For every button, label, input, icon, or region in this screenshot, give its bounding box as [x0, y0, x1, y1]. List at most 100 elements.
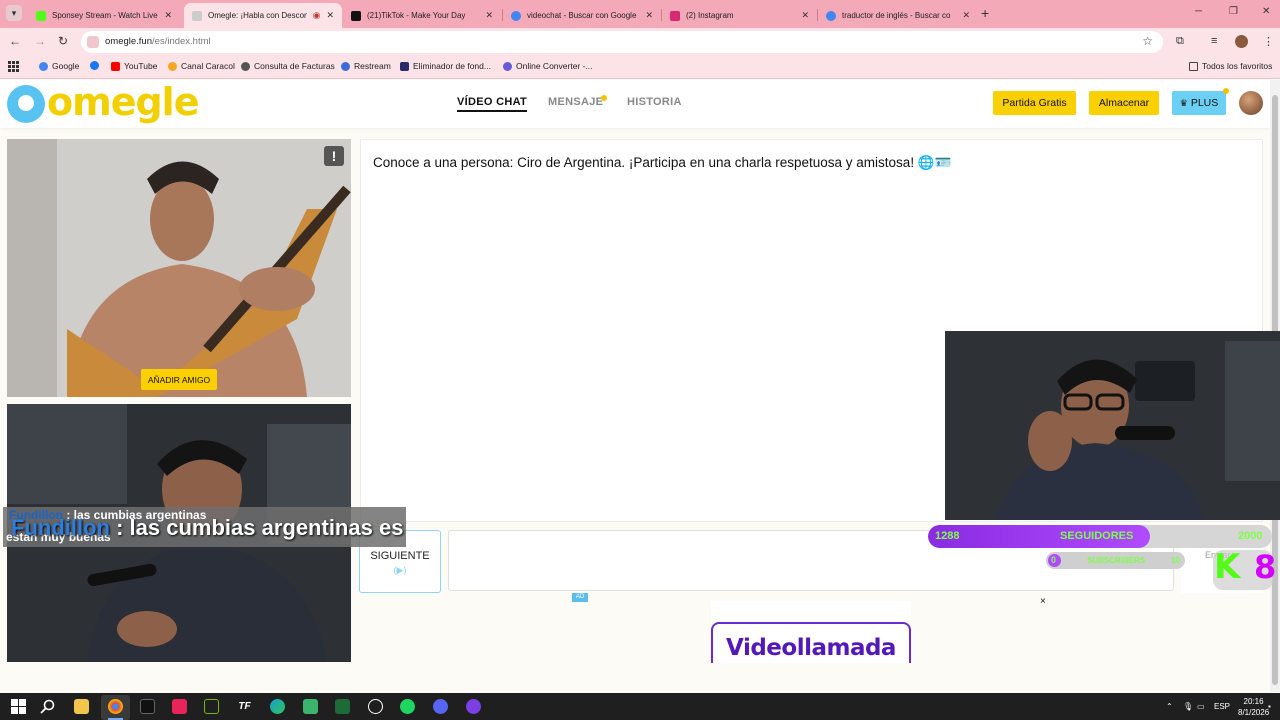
bookmark-restream[interactable]: Restream — [341, 61, 391, 71]
bookmark-google[interactable]: Google — [39, 61, 79, 71]
bookmark-online-converter[interactable]: Online Converter -... — [503, 61, 593, 71]
reload-icon[interactable]: ↻ — [58, 34, 68, 48]
bookmarks-bar: Google YouTube Canal Caracol Consulta de… — [0, 55, 1280, 79]
user-avatar[interactable] — [1239, 91, 1263, 115]
minimize-icon[interactable]: ─ — [1195, 6, 1202, 17]
ad-title: Videollamada — [726, 635, 896, 661]
streamer-webcam-overlay — [945, 331, 1280, 520]
xbox-icon[interactable] — [303, 699, 318, 714]
microphone-icon[interactable]: 🎙 — [1183, 702, 1193, 711]
close-icon[interactable]: ✕ — [645, 10, 653, 21]
google-favicon-icon — [826, 10, 836, 21]
clock-time: 20:16 — [1243, 697, 1264, 706]
plus-button[interactable]: ♛ PLUS — [1172, 91, 1226, 115]
window-close-icon[interactable]: ✕ — [1262, 6, 1270, 17]
kick-favicon-icon — [36, 10, 46, 21]
globe-icon — [241, 61, 250, 71]
url-text: omegle.fun/es/index.html — [105, 36, 211, 47]
instagram-favicon-icon — [670, 10, 680, 21]
notifications-icon[interactable]: ▪ — [1268, 702, 1271, 711]
new-tab-icon[interactable]: + — [981, 5, 989, 21]
omegle-logo-icon[interactable] — [7, 85, 45, 123]
forward-icon[interactable]: → — [34, 34, 46, 48]
tf-app-icon[interactable]: TF — [237, 699, 252, 714]
add-friend-button[interactable]: AÑADIR AMIGO — [141, 369, 217, 390]
close-icon[interactable]: ✕ — [326, 10, 334, 21]
google-favicon-icon — [511, 10, 521, 21]
restore-icon[interactable]: ❐ — [1229, 6, 1238, 17]
camera-in-use-icon[interactable] — [87, 36, 99, 48]
tab-search-icon[interactable]: ▾ — [6, 5, 22, 21]
nav-video-chat[interactable]: VÍDEO CHAT — [457, 96, 528, 112]
omegle-logo[interactable]: omegle — [47, 80, 199, 124]
folder-icon — [1189, 61, 1198, 71]
stranger-video — [7, 139, 351, 397]
recording-icon: ◉ — [312, 10, 321, 20]
tray-chevron-icon[interactable]: ⌃ — [1166, 702, 1173, 711]
bookmark-facebook[interactable] — [90, 61, 103, 70]
store-button[interactable]: Almacenar — [1089, 91, 1159, 115]
crown-icon: ♛ — [1179, 97, 1188, 108]
streaming-app-icon[interactable] — [466, 699, 481, 714]
address-bar[interactable]: omegle.fun/es/index.html ☆ — [81, 31, 1163, 53]
media-control-icon[interactable]: ≡ — [1211, 35, 1217, 47]
profile-avatar[interactable] — [1235, 35, 1248, 48]
taskbar-clock[interactable]: 20:16 8/1/2026 — [1238, 696, 1269, 718]
file-explorer-icon[interactable] — [74, 699, 89, 714]
tab-omegle[interactable]: Omegle: ¡Habla con Descon ◉ ✕ — [184, 3, 342, 28]
plus-notification-dot — [1223, 88, 1229, 94]
eliminador-icon — [400, 61, 409, 71]
nav-message[interactable]: MENSAJE — [548, 96, 603, 108]
clock-date: 8/1/2026 — [1238, 708, 1270, 717]
bookmark-facturas[interactable]: Consulta de Facturas — [241, 61, 335, 71]
terminal-icon[interactable] — [335, 699, 350, 714]
nvidia-icon[interactable] — [204, 699, 219, 714]
omegle-favicon-icon — [192, 10, 202, 21]
bookmark-youtube[interactable]: YouTube — [111, 61, 157, 71]
caracol-icon — [168, 61, 177, 71]
edge-icon[interactable] — [270, 699, 285, 714]
language-indicator[interactable]: ESP — [1214, 702, 1230, 711]
kick-badge-icon: 8 — [1254, 548, 1277, 586]
tab-google-videochat[interactable]: videochat - Buscar con Google ✕ — [503, 3, 661, 28]
extensions-icon[interactable]: ⧉ — [1176, 35, 1184, 48]
all-bookmarks[interactable]: Todos los favoritos — [1189, 61, 1272, 71]
windows-start-icon[interactable] — [11, 699, 26, 714]
next-shortcut-hint: (▶) — [393, 565, 407, 575]
discord-icon[interactable] — [433, 699, 448, 714]
report-button[interactable]: ! — [324, 146, 344, 166]
close-icon[interactable]: ✕ — [801, 10, 809, 21]
tab-google-translate[interactable]: traductor de inglés - Buscar co ✕ — [818, 3, 978, 28]
converter-icon — [503, 61, 512, 71]
tab-sponsey[interactable]: Sponsey Stream - Watch Live o ✕ — [28, 3, 180, 28]
nav-history[interactable]: HISTORIA — [627, 96, 682, 108]
search-icon[interactable] — [40, 699, 55, 714]
apps-grid-icon[interactable] — [8, 61, 19, 72]
next-button-label: SIGUIENTE — [370, 550, 430, 562]
obs-icon[interactable] — [368, 699, 383, 714]
free-game-button[interactable]: Partida Gratis — [993, 91, 1076, 115]
close-icon[interactable]: ✕ — [164, 10, 172, 21]
bookmark-eliminador[interactable]: Eliminador de fond... — [400, 61, 491, 71]
close-icon[interactable]: ✕ — [485, 10, 493, 21]
bookmark-canal-caracol[interactable]: Canal Caracol — [168, 61, 235, 71]
ad-close-icon[interactable]: × — [1040, 596, 1046, 607]
close-icon[interactable]: ✕ — [962, 10, 970, 21]
chrome-icon[interactable] — [108, 699, 123, 714]
tab-tiktok[interactable]: (21)TikTok - Make Your Day ✕ — [343, 3, 501, 28]
webcam-frame — [945, 331, 1280, 520]
bookmark-star-icon[interactable]: ☆ — [1142, 34, 1153, 48]
browser-tab-strip: ▾ Sponsey Stream - Watch Live o ✕ Omegle… — [0, 0, 1280, 28]
back-icon[interactable]: ← — [9, 34, 21, 48]
facebook-icon — [90, 61, 99, 70]
spotify-icon[interactable] — [400, 699, 415, 714]
tiktok-icon[interactable] — [172, 699, 187, 714]
windows-taskbar — [0, 693, 1280, 720]
call-of-duty-icon[interactable] — [140, 699, 155, 714]
youtube-icon — [111, 61, 120, 71]
chrome-menu-icon[interactable]: ⋮ — [1263, 35, 1274, 48]
ad-banner[interactable]: Videollamada — [711, 601, 911, 663]
tab-instagram[interactable]: (2) Instagram ✕ — [662, 3, 817, 28]
network-icon[interactable]: ▭ — [1197, 702, 1205, 711]
restream-icon — [341, 61, 350, 71]
